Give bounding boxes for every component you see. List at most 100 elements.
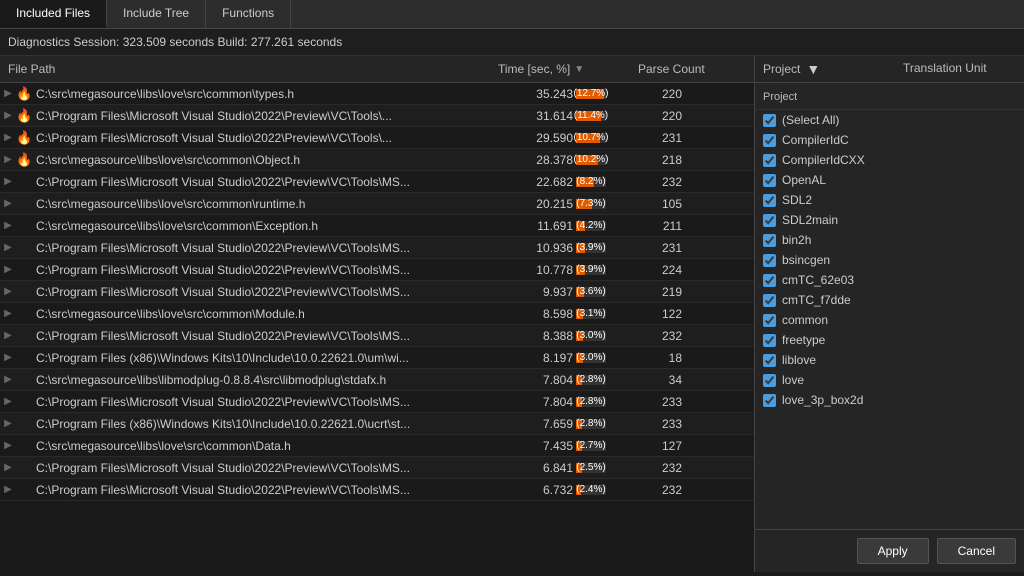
row-expand-icon[interactable]: ▶ — [0, 154, 16, 165]
pct-label: (3.0%) — [576, 353, 606, 363]
checkbox-item[interactable]: cmTC_62e03 — [755, 270, 1024, 290]
row-expand-icon[interactable]: ▶ — [0, 440, 16, 451]
row-parse-count: 233 — [630, 395, 690, 409]
row-expand-icon[interactable]: ▶ — [0, 286, 16, 297]
row-time: 28.378 (10.2%) — [490, 153, 630, 167]
row-filepath: C:\Program Files\Microsoft Visual Studio… — [36, 241, 490, 255]
row-expand-icon[interactable]: ▶ — [0, 330, 16, 341]
row-parse-count: 231 — [630, 241, 690, 255]
project-checkbox[interactable] — [763, 334, 776, 347]
row-time: 35.243 (12.7%) — [490, 87, 630, 101]
checkbox-item[interactable]: bsincgen — [755, 250, 1024, 270]
checkbox-item[interactable]: OpenAL — [755, 170, 1024, 190]
row-parse-count: 232 — [630, 461, 690, 475]
tab-include-tree[interactable]: Include Tree — [107, 0, 206, 28]
row-expand-icon[interactable]: ▶ — [0, 220, 16, 231]
time-bar: (3.0%) — [576, 353, 606, 363]
table-row[interactable]: ▶ C:\Program Files\Microsoft Visual Studi… — [0, 457, 754, 479]
row-expand-icon[interactable]: ▶ — [0, 242, 16, 253]
row-expand-icon[interactable]: ▶ — [0, 462, 16, 473]
row-expand-icon[interactable]: ▶ — [0, 352, 16, 363]
row-expand-icon[interactable]: ▶ — [0, 396, 16, 407]
filter-icon[interactable]: ▼ — [806, 61, 820, 77]
project-checkbox[interactable] — [763, 214, 776, 227]
table-row[interactable]: ▶🔥C:\Program Files\Microsoft Visual Stud… — [0, 105, 754, 127]
time-value: 35.243 — [498, 87, 573, 101]
row-filepath: C:\Program Files\Microsoft Visual Studio… — [36, 131, 490, 145]
project-checkbox[interactable] — [763, 394, 776, 407]
time-bar: (7.3%) — [576, 199, 606, 209]
table-row[interactable]: ▶C:\src\megasource\libs\love\src\common\… — [0, 435, 754, 457]
pct-label: (3.1%) — [576, 309, 606, 319]
project-checkbox[interactable] — [763, 194, 776, 207]
table-row[interactable]: ▶ C:\Program Files\Microsoft Visual Studi… — [0, 237, 754, 259]
table-row[interactable]: ▶🔥C:\Program Files\Microsoft Visual Stud… — [0, 127, 754, 149]
project-checkbox-label: bin2h — [782, 233, 811, 247]
row-expand-icon[interactable]: ▶ — [0, 198, 16, 209]
project-checkbox[interactable] — [763, 274, 776, 287]
table-row[interactable]: ▶C:\Program Files\Microsoft Visual Studi… — [0, 391, 754, 413]
project-checkbox[interactable] — [763, 374, 776, 387]
project-checkbox[interactable] — [763, 174, 776, 187]
table-row[interactable]: ▶C:\src\megasource\libs\love\src\common\… — [0, 303, 754, 325]
project-checkbox[interactable] — [763, 314, 776, 327]
project-checkbox[interactable] — [763, 294, 776, 307]
project-checkbox[interactable] — [763, 114, 776, 127]
checkbox-item[interactable]: common — [755, 310, 1024, 330]
pct-label: (8.2%) — [576, 177, 606, 187]
table-row[interactable]: ▶C:\src\megasource\libs\love\src\common\… — [0, 193, 754, 215]
table-row[interactable]: ▶🔥C:\src\megasource\libs\love\src\common… — [0, 83, 754, 105]
project-checkbox[interactable] — [763, 154, 776, 167]
row-expand-icon[interactable]: ▶ — [0, 418, 16, 429]
project-checkbox-label: love_3p_box2d — [782, 393, 863, 407]
row-expand-icon[interactable]: ▶ — [0, 132, 16, 143]
tab-included-files[interactable]: Included Files — [0, 0, 107, 28]
project-checkbox[interactable] — [763, 254, 776, 267]
table-row[interactable]: ▶C:\Program Files\Microsoft Visual Studi… — [0, 325, 754, 347]
project-checkbox[interactable] — [763, 134, 776, 147]
row-filepath: C:\Program Files (x86)\Windows Kits\10\I… — [36, 417, 490, 431]
project-checkbox-label: CompilerIdCXX — [782, 153, 865, 167]
row-expand-icon[interactable]: ▶ — [0, 110, 16, 121]
table-row[interactable]: ▶C:\src\megasource\libs\love\src\common\… — [0, 215, 754, 237]
checkbox-item[interactable]: bin2h — [755, 230, 1024, 250]
row-expand-icon[interactable]: ▶ — [0, 176, 16, 187]
col-time-header[interactable]: Time [sec, %] ▼ — [490, 60, 630, 78]
checkbox-item[interactable]: CompilerIdC — [755, 130, 1024, 150]
checkbox-item[interactable]: freetype — [755, 330, 1024, 350]
apply-button[interactable]: Apply — [857, 538, 929, 564]
project-checkbox[interactable] — [763, 354, 776, 367]
pct-label: (3.9%) — [576, 243, 606, 253]
tab-functions[interactable]: Functions — [206, 0, 291, 28]
row-filepath: C:\Program Files\Microsoft Visual Studio… — [36, 263, 490, 277]
row-time: 6.732 (2.4%) — [490, 483, 630, 497]
cancel-button[interactable]: Cancel — [937, 538, 1016, 564]
table-row[interactable]: ▶🔥C:\src\megasource\libs\love\src\common… — [0, 149, 754, 171]
project-checkbox[interactable] — [763, 234, 776, 247]
table-row[interactable]: ▶C:\Program Files\Microsoft Visual Studi… — [0, 171, 754, 193]
table-row[interactable]: ▶ C:\Program Files\Microsoft Visual Studi… — [0, 479, 754, 501]
row-filepath: C:\Program Files\Microsoft Visual Studio… — [36, 109, 490, 123]
row-filepath: C:\Program Files\Microsoft Visual Studio… — [36, 461, 490, 475]
row-expand-icon[interactable]: ▶ — [0, 308, 16, 319]
time-value: 6.732 — [498, 483, 573, 497]
checkbox-item[interactable]: SDL2 — [755, 190, 1024, 210]
row-expand-icon[interactable]: ▶ — [0, 264, 16, 275]
checkbox-item[interactable]: cmTC_f7dde — [755, 290, 1024, 310]
checkbox-item[interactable]: (Select All) — [755, 110, 1024, 130]
checkbox-item[interactable]: liblove — [755, 350, 1024, 370]
checkbox-item[interactable]: love — [755, 370, 1024, 390]
table-row[interactable]: ▶C:\Program Files (x86)\Windows Kits\10\… — [0, 347, 754, 369]
row-expand-icon[interactable]: ▶ — [0, 88, 16, 99]
checkbox-item[interactable]: love_3p_box2d — [755, 390, 1024, 410]
checkbox-item[interactable]: CompilerIdCXX — [755, 150, 1024, 170]
row-filepath: C:\Program Files\Microsoft Visual Studio… — [36, 483, 490, 497]
row-expand-icon[interactable]: ▶ — [0, 374, 16, 385]
table-row[interactable]: ▶C:\Program Files\Microsoft Visual Studi… — [0, 281, 754, 303]
table-row[interactable]: ▶ C:\Program Files (x86)\Windows Kits\10\… — [0, 413, 754, 435]
checkbox-item[interactable]: SDL2main — [755, 210, 1024, 230]
row-expand-icon[interactable]: ▶ — [0, 484, 16, 495]
table-row[interactable]: ▶ C:\Program Files\Microsoft Visual Studi… — [0, 259, 754, 281]
time-bar: (3.9%) — [576, 243, 606, 253]
table-row[interactable]: ▶C:\src\megasource\libs\libmodplug-0.8.8… — [0, 369, 754, 391]
